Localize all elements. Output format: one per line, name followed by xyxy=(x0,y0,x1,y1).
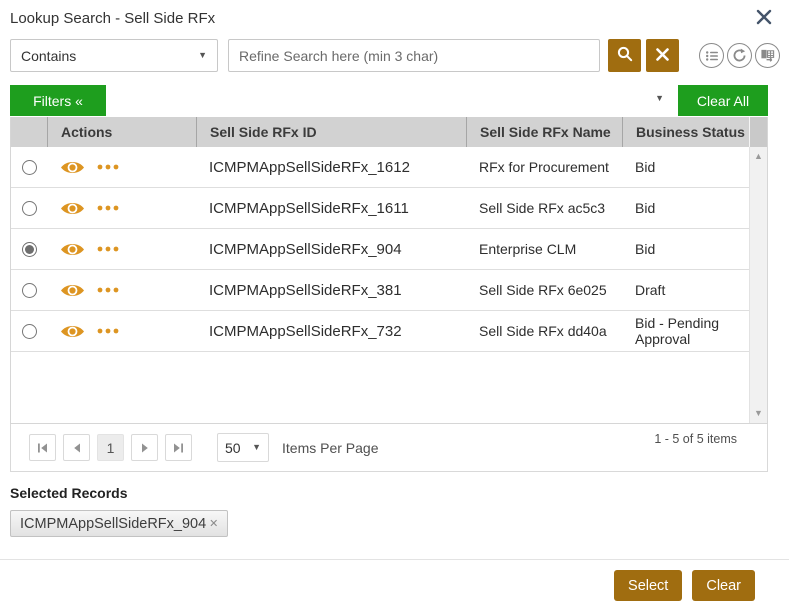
more-actions-icon[interactable] xyxy=(97,246,119,252)
view-eye-icon[interactable] xyxy=(60,282,85,299)
search-row: Contains ▼ xyxy=(10,39,780,72)
filters-toggle-button[interactable]: Filters « xyxy=(10,85,106,116)
selected-record-chip-label: ICMPMAppSellSideRFx_904 xyxy=(20,516,206,532)
scroll-up-icon[interactable]: ▲ xyxy=(754,152,763,161)
first-page-button[interactable] xyxy=(29,434,56,461)
column-header-name[interactable]: Sell Side RFx Name xyxy=(466,117,622,147)
remove-chip-icon[interactable]: ✕ xyxy=(209,517,218,530)
search-button[interactable] xyxy=(608,39,641,72)
rfx-name: RFx for Procurement xyxy=(466,159,622,175)
clear-search-button[interactable] xyxy=(646,39,679,72)
view-eye-icon[interactable] xyxy=(60,159,85,176)
rfx-name: Sell Side RFx ac5c3 xyxy=(466,200,622,216)
view-eye-icon[interactable] xyxy=(60,200,85,217)
business-status: Bid - Pending Approval xyxy=(622,315,750,347)
vertical-scrollbar[interactable]: ▲ ▼ xyxy=(749,147,767,423)
rfx-id: ICMPMAppSellSideRFx_1611 xyxy=(196,200,466,217)
item-range-text: 1 - 5 of 5 items xyxy=(654,432,737,446)
business-status: Draft xyxy=(622,282,750,298)
more-actions-icon[interactable] xyxy=(97,287,119,293)
pagination-bar: 1 50 ▼ Items Per Page 1 - 5 of 5 items xyxy=(10,424,768,472)
rfx-name: Sell Side RFx dd40a xyxy=(466,323,622,339)
previous-page-button[interactable] xyxy=(63,434,90,461)
page-title: Lookup Search - Sell Side RFx xyxy=(0,0,789,27)
rfx-name: Enterprise CLM xyxy=(466,241,622,257)
search-icon xyxy=(617,46,633,65)
filter-criteria-dropdown[interactable]: ▼ xyxy=(106,85,678,116)
column-header-id[interactable]: Sell Side RFx ID xyxy=(196,117,466,147)
rfx-name: Sell Side RFx 6e025 xyxy=(466,282,622,298)
grid-header-corner xyxy=(749,117,767,147)
row-radio[interactable] xyxy=(22,160,37,175)
refresh-icon[interactable] xyxy=(727,43,752,68)
chevron-down-icon: ▼ xyxy=(655,94,664,103)
selected-records-heading: Selected Records xyxy=(10,485,789,501)
rfx-id: ICMPMAppSellSideRFx_1612 xyxy=(196,159,466,176)
footer-actions: Select Clear xyxy=(0,560,789,601)
export-icon[interactable] xyxy=(755,43,780,68)
next-page-button[interactable] xyxy=(131,434,158,461)
selected-records-list: ICMPMAppSellSideRFx_904 ✕ xyxy=(10,510,789,537)
last-page-button[interactable] xyxy=(165,434,192,461)
search-input[interactable] xyxy=(228,39,600,72)
more-actions-icon[interactable] xyxy=(97,328,119,334)
column-header-select xyxy=(11,117,47,147)
more-actions-icon[interactable] xyxy=(97,164,119,170)
rfx-id: ICMPMAppSellSideRFx_904 xyxy=(196,241,466,258)
row-radio[interactable] xyxy=(22,324,37,339)
grid-header: Actions Sell Side RFx ID Sell Side RFx N… xyxy=(11,117,767,147)
rfx-id: ICMPMAppSellSideRFx_381 xyxy=(196,282,466,299)
selected-record-chip[interactable]: ICMPMAppSellSideRFx_904 ✕ xyxy=(10,510,228,537)
page-size-value: 50 xyxy=(225,440,241,456)
grid-toolbar xyxy=(699,43,780,68)
business-status: Bid xyxy=(622,200,750,216)
row-radio[interactable] xyxy=(22,283,37,298)
table-row[interactable]: ICMPMAppSellSideRFx_1612 RFx for Procure… xyxy=(11,147,750,188)
table-row[interactable]: ICMPMAppSellSideRFx_904 Enterprise CLM B… xyxy=(11,229,750,270)
chevron-down-icon: ▼ xyxy=(252,443,261,452)
close-icon[interactable] xyxy=(754,7,774,27)
view-eye-icon[interactable] xyxy=(60,323,85,340)
table-row[interactable]: ICMPMAppSellSideRFx_381 Sell Side RFx 6e… xyxy=(11,270,750,311)
row-radio[interactable] xyxy=(22,201,37,216)
search-operator-select[interactable]: Contains ▼ xyxy=(10,39,218,72)
clear-all-filters-button[interactable]: Clear All xyxy=(678,85,768,116)
table-row[interactable]: ICMPMAppSellSideRFx_1611 Sell Side RFx a… xyxy=(11,188,750,229)
filter-row: Filters « ▼ Clear All xyxy=(10,85,768,116)
row-radio[interactable] xyxy=(22,242,37,257)
clear-button[interactable]: Clear xyxy=(692,570,755,601)
page-size-select[interactable]: 50 ▼ xyxy=(217,433,269,462)
business-status: Bid xyxy=(622,159,750,175)
more-actions-icon[interactable] xyxy=(97,205,119,211)
list-view-icon[interactable] xyxy=(699,43,724,68)
column-header-status[interactable]: Business Status xyxy=(622,117,749,147)
table-row[interactable]: ICMPMAppSellSideRFx_732 Sell Side RFx dd… xyxy=(11,311,750,352)
search-operator-value: Contains xyxy=(21,48,76,64)
x-icon xyxy=(656,48,669,64)
column-header-actions[interactable]: Actions xyxy=(47,117,196,147)
results-grid: Actions Sell Side RFx ID Sell Side RFx N… xyxy=(10,117,768,424)
items-per-page-label: Items Per Page xyxy=(282,440,379,456)
business-status: Bid xyxy=(622,241,750,257)
scroll-down-icon[interactable]: ▼ xyxy=(754,409,763,418)
view-eye-icon[interactable] xyxy=(60,241,85,258)
chevron-down-icon: ▼ xyxy=(198,51,207,60)
grid-body: ICMPMAppSellSideRFx_1612 RFx for Procure… xyxy=(11,147,767,423)
lookup-search-dialog: Lookup Search - Sell Side RFx Contains ▼ xyxy=(0,0,789,611)
select-button[interactable]: Select xyxy=(614,570,682,601)
rfx-id: ICMPMAppSellSideRFx_732 xyxy=(196,323,466,340)
current-page-button[interactable]: 1 xyxy=(97,434,124,461)
